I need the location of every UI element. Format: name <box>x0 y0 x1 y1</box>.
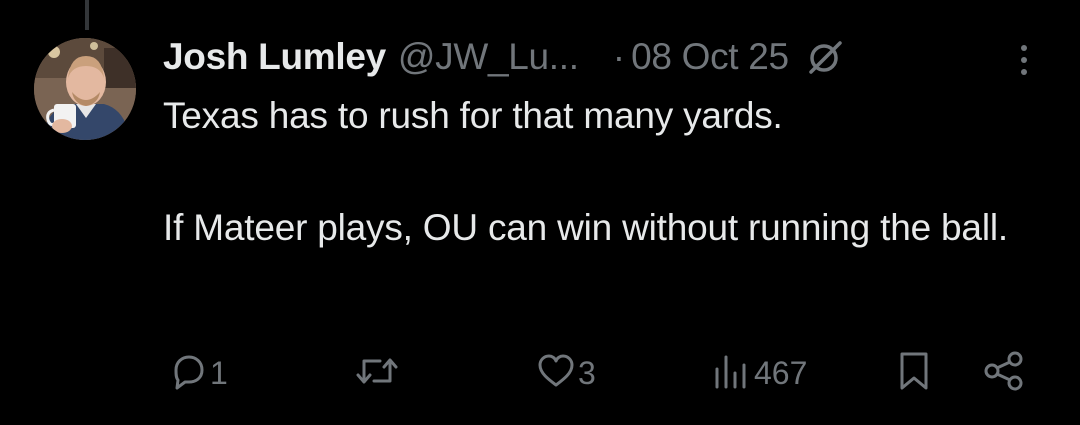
retweet-button[interactable] <box>354 350 402 396</box>
bookmark-button[interactable] <box>894 350 934 396</box>
action-bar: 1 3 467 <box>0 350 1080 396</box>
reply-icon <box>168 351 208 396</box>
thread-connector-line <box>85 0 89 30</box>
author-display-name[interactable]: Josh Lumley <box>163 36 386 78</box>
reply-button[interactable]: 1 <box>168 350 228 396</box>
heart-icon <box>536 351 576 396</box>
retweet-icon <box>354 351 400 396</box>
avatar[interactable] <box>34 38 136 140</box>
views-button[interactable]: 467 <box>712 350 807 396</box>
tweet-header: Josh Lumley @JW_Lu... · 08 Oct 25 <box>163 32 1063 82</box>
tweet-text: Texas has to rush for that many yards. I… <box>163 88 1043 256</box>
grok-icon[interactable] <box>807 39 843 75</box>
like-button[interactable]: 3 <box>536 350 596 396</box>
reply-count: 1 <box>210 354 228 391</box>
share-icon <box>982 350 1026 397</box>
tweet-timestamp[interactable]: 08 Oct 25 <box>631 36 789 78</box>
tweet-paragraph: Texas has to rush for that many yards. <box>163 95 783 136</box>
views-count: 467 <box>754 354 808 391</box>
tweet-paragraph: If Mateer plays, OU can win without runn… <box>163 207 1008 248</box>
share-button[interactable] <box>982 350 1026 396</box>
avatar-photo <box>34 38 136 140</box>
like-count: 3 <box>578 354 596 391</box>
views-icon <box>712 351 752 396</box>
author-handle[interactable]: @JW_Lu... <box>398 36 579 78</box>
bookmark-icon <box>894 350 934 397</box>
more-dots-icon[interactable] <box>1014 40 1034 80</box>
header-separator: · <box>612 36 626 77</box>
